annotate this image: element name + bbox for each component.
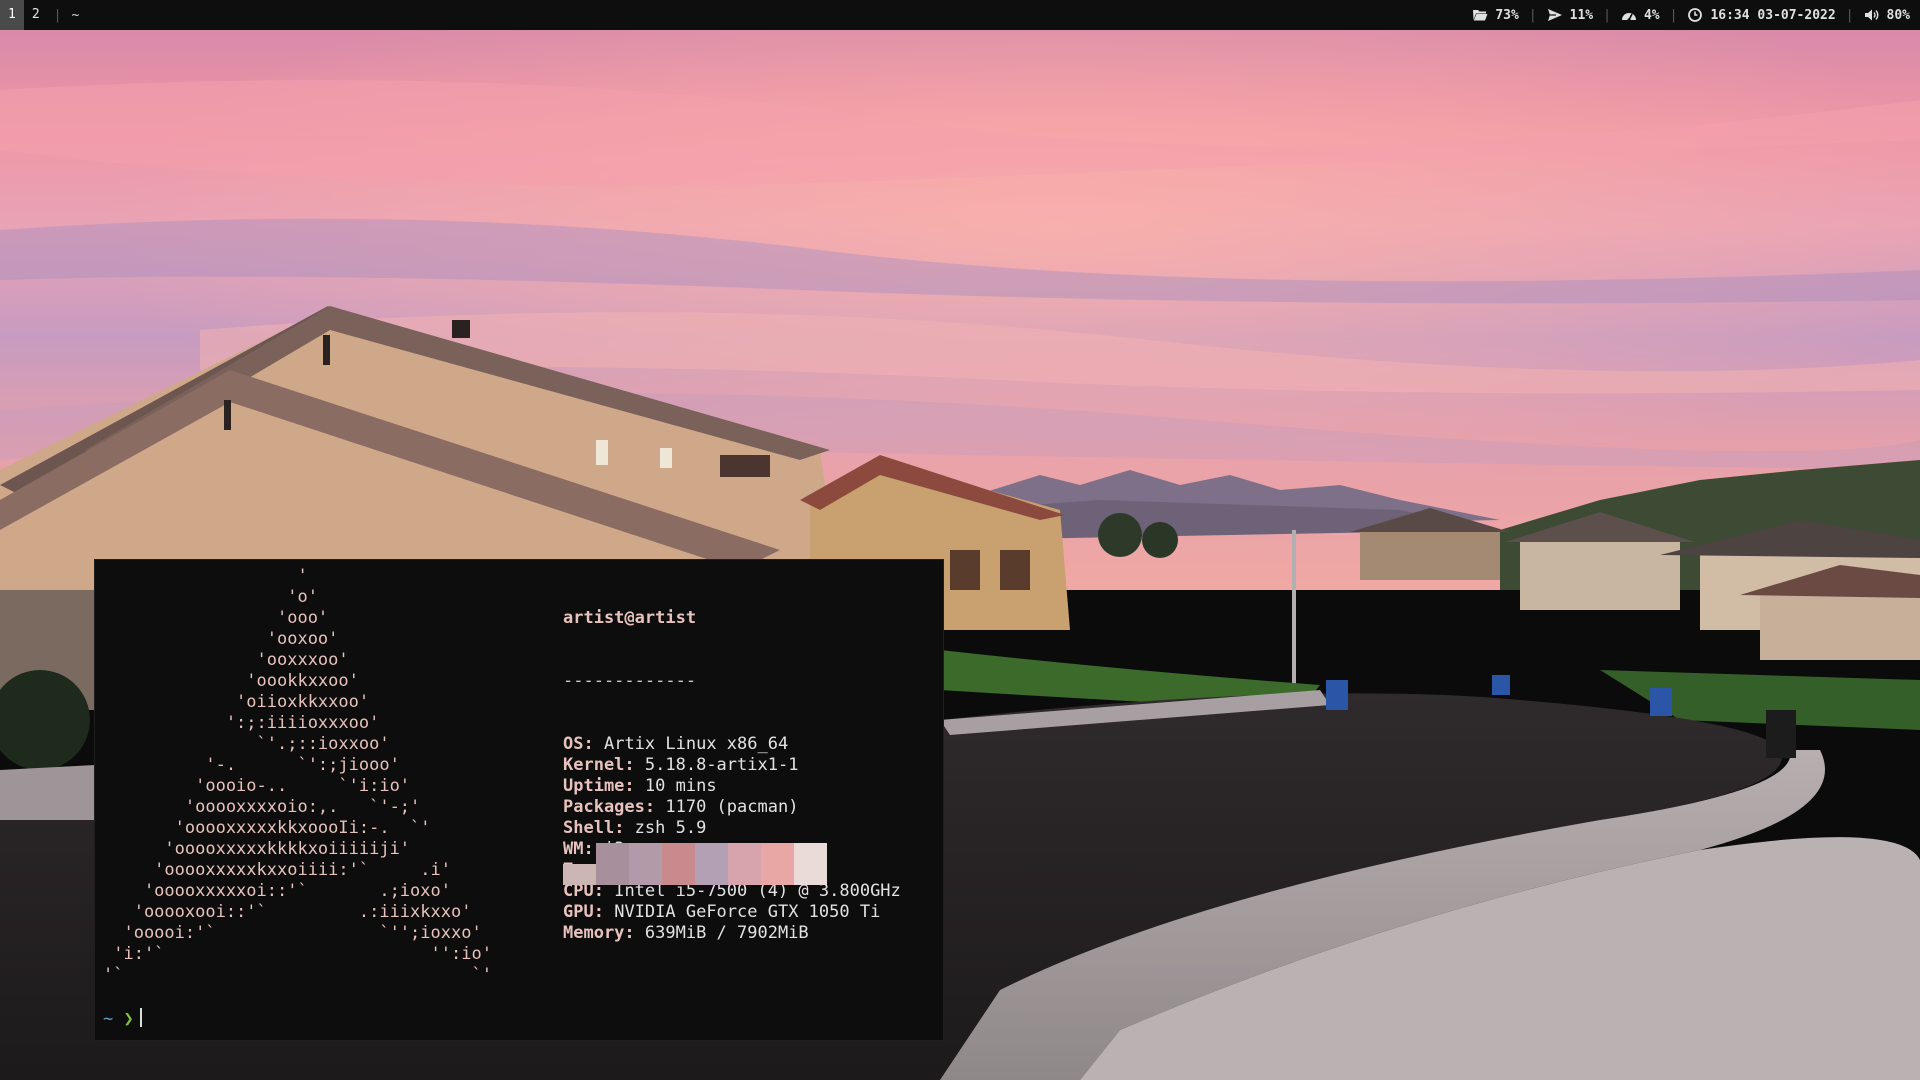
disk-status: 73% — [1472, 7, 1519, 23]
color-swatch-2 — [629, 843, 662, 885]
cpu-status: 4% — [1621, 8, 1660, 23]
prompt-arrow: ❯ — [123, 1009, 134, 1029]
info-row-uptime: Uptime: 10 mins — [563, 776, 717, 796]
focused-window-title: ~ — [71, 7, 80, 23]
gauge-icon — [1621, 13, 1636, 22]
host-name: artist — [634, 608, 697, 628]
color-swatch-1 — [596, 843, 629, 885]
info-row-kernel: Kernel: 5.18.8-artix1-1 — [563, 755, 799, 775]
network-value: 11% — [1569, 7, 1594, 23]
color-swatch-5 — [728, 843, 761, 885]
color-swatch-6 — [761, 843, 794, 885]
color-swatch-4 — [695, 843, 728, 885]
folder-open-icon — [1473, 10, 1488, 21]
shell-prompt[interactable]: ~ ❯ — [103, 1008, 142, 1030]
clock-status: 16:34 03-07-2022 — [1687, 7, 1836, 23]
info-key: Kernel — [563, 755, 625, 775]
info-key: Shell — [563, 818, 615, 838]
neofetch-info: artist@artist ------------- OS: Artix Li… — [563, 566, 901, 986]
clock-icon — [1688, 8, 1703, 22]
clock-value: 16:34 03-07-2022 — [1710, 7, 1836, 23]
artix-ascii-logo: ' 'o' 'ooo' 'ooxoo' 'ooxxxoo' 'oookkxxoo… — [103, 566, 492, 985]
info-key: Uptime — [563, 776, 625, 796]
volume-status[interactable]: 80% — [1864, 8, 1910, 23]
text-cursor — [139, 1008, 142, 1027]
network-status: 11% — [1547, 8, 1593, 23]
user-name: artist — [563, 608, 625, 628]
info-value: 1170 (pacman) — [665, 797, 799, 817]
volume-value: 80% — [1886, 7, 1910, 23]
terminal-window[interactable]: ' 'o' 'ooo' 'ooxoo' 'ooxxxoo' 'oookkxxoo… — [94, 559, 944, 1041]
info-value: zsh 5.9 — [634, 818, 707, 838]
info-key: GPU — [563, 902, 594, 922]
separator-line: ------------- — [563, 671, 697, 691]
workspace-1-button[interactable]: 1 — [0, 0, 24, 30]
disk-usage-value: 73% — [1495, 7, 1519, 23]
color-swatch-0 — [563, 864, 596, 885]
info-key: Memory — [563, 923, 625, 943]
workspace-2-button[interactable]: 2 — [24, 0, 48, 30]
info-value: 639MiB / 7902MiB — [644, 923, 809, 943]
info-row-shell: Shell: zsh 5.9 — [563, 818, 707, 838]
info-key: OS — [563, 734, 584, 754]
info-row-packages: Packages: 1170 (pacman) — [563, 797, 799, 817]
divider: | — [53, 7, 62, 23]
info-row-os: OS: Artix Linux x86_64 — [563, 734, 789, 754]
top-bar: 1 2 | ~ 73% | 11% | 4% | 16:34 03-07-202… — [0, 0, 1920, 30]
prompt-directory: ~ — [103, 1009, 114, 1029]
info-row-gpu: GPU: NVIDIA GeForce GTX 1050 Ti — [563, 902, 881, 922]
info-value: NVIDIA GeForce GTX 1050 Ti — [614, 902, 881, 922]
info-row-memory: Memory: 639MiB / 7902MiB — [563, 923, 809, 943]
speaker-icon — [1864, 9, 1878, 21]
info-value: Artix Linux x86_64 — [603, 734, 789, 754]
user-host-line: artist@artist — [563, 608, 697, 628]
info-value: 10 mins — [644, 776, 717, 796]
info-rows: OS: Artix Linux x86_64 Kernel: 5.18.8-art… — [563, 734, 901, 944]
color-palette — [563, 843, 827, 885]
color-swatch-7 — [794, 843, 827, 885]
paper-plane-icon — [1547, 9, 1562, 21]
info-value: 5.18.8-artix1-1 — [644, 755, 799, 775]
info-key: Packages — [563, 797, 645, 817]
status-area: 73% | 11% | 4% | 16:34 03-07-2022 | 80% — [1472, 8, 1920, 23]
cpu-load-value: 4% — [1643, 7, 1660, 23]
color-swatch-3 — [662, 843, 695, 885]
